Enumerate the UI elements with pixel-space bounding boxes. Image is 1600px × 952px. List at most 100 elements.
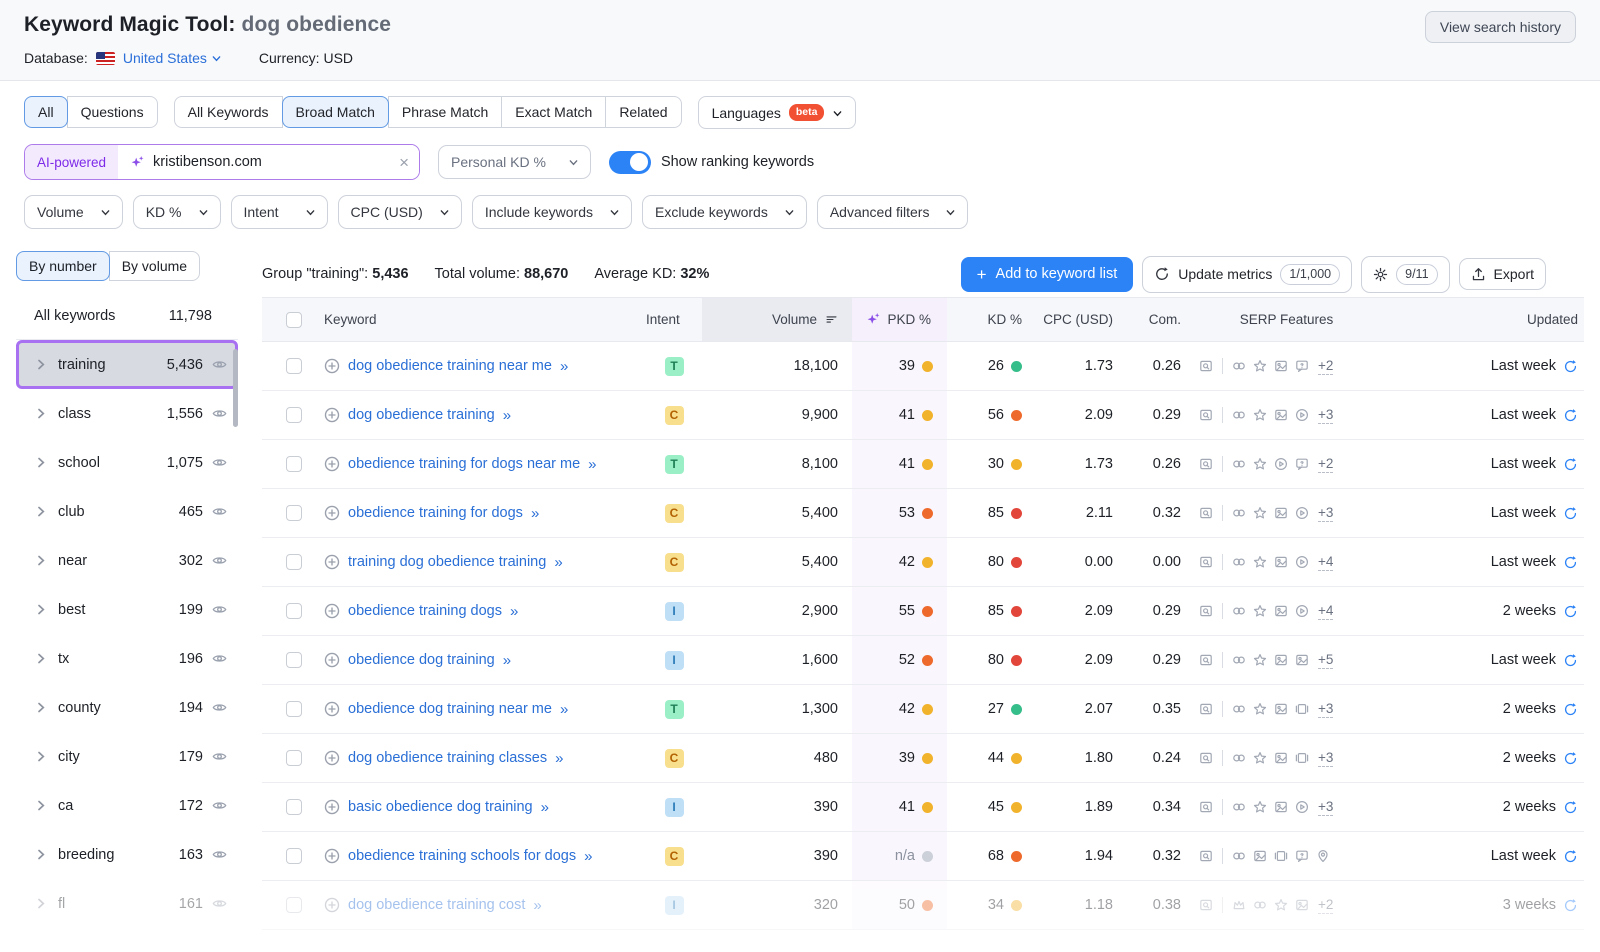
chevron-right-icon[interactable]: [37, 701, 45, 714]
add-keyword-icon[interactable]: [324, 652, 340, 668]
video-serp-icon[interactable]: [1295, 555, 1309, 569]
image-serp-icon[interactable]: [1274, 702, 1288, 716]
link-serp-icon[interactable]: [1232, 702, 1246, 716]
keyword-link[interactable]: dog obedience training near me: [348, 358, 552, 374]
tab-exact-match[interactable]: Exact Match: [501, 96, 606, 128]
sidebar-item-near[interactable]: near 302: [16, 536, 238, 585]
row-checkbox[interactable]: [286, 701, 302, 717]
chevron-right-icon[interactable]: [37, 799, 45, 812]
filter-volume[interactable]: Volume: [24, 195, 123, 229]
languages-dropdown[interactable]: Languages beta: [698, 96, 857, 129]
open-keyword-icon[interactable]: »: [503, 652, 511, 669]
image-serp-icon[interactable]: [1274, 408, 1288, 422]
row-checkbox[interactable]: [286, 799, 302, 815]
filter-cpc-usd[interactable]: CPC (USD): [338, 195, 462, 229]
keyword-link[interactable]: obedience training schools for dogs: [348, 848, 576, 864]
chevron-right-icon[interactable]: [37, 897, 45, 910]
link-serp-icon[interactable]: [1232, 653, 1246, 667]
image-serp-icon[interactable]: [1295, 653, 1309, 667]
add-keyword-icon[interactable]: [324, 554, 340, 570]
chevron-right-icon[interactable]: [37, 407, 45, 420]
eye-icon[interactable]: [212, 602, 227, 617]
eye-icon[interactable]: [212, 896, 227, 911]
row-checkbox[interactable]: [286, 456, 302, 472]
open-keyword-icon[interactable]: »: [560, 358, 568, 375]
row-checkbox[interactable]: [286, 505, 302, 521]
database-select[interactable]: United States: [123, 50, 221, 66]
chat-serp-icon[interactable]: [1295, 457, 1309, 471]
link-serp-icon[interactable]: [1232, 506, 1246, 520]
refresh-icon[interactable]: [1563, 849, 1578, 864]
col-com[interactable]: Com.: [1127, 298, 1189, 341]
add-keyword-icon[interactable]: [324, 848, 340, 864]
image-serp-icon[interactable]: [1295, 898, 1309, 912]
eye-icon[interactable]: [212, 357, 227, 372]
refresh-icon[interactable]: [1563, 457, 1578, 472]
location-serp-icon[interactable]: [1316, 849, 1330, 863]
sidebar-item-breeding[interactable]: breeding 163: [16, 830, 238, 879]
refresh-icon[interactable]: [1563, 506, 1578, 521]
row-checkbox[interactable]: [286, 407, 302, 423]
video-serp-icon[interactable]: [1295, 800, 1309, 814]
refresh-icon[interactable]: [1563, 751, 1578, 766]
tab-all[interactable]: All: [24, 96, 68, 128]
select-all-checkbox[interactable]: [286, 312, 302, 328]
tab-questions[interactable]: Questions: [67, 96, 158, 128]
keyword-link[interactable]: dog obedience training classes: [348, 750, 547, 766]
video-serp-icon[interactable]: [1274, 457, 1288, 471]
image-serp-icon[interactable]: [1274, 359, 1288, 373]
open-keyword-icon[interactable]: »: [560, 701, 568, 718]
chevron-right-icon[interactable]: [37, 505, 45, 518]
col-cpc[interactable]: CPC (USD): [1032, 298, 1127, 341]
serp-more-badge[interactable]: +5: [1318, 652, 1333, 669]
preview-serp-icon[interactable]: [1199, 849, 1213, 863]
link-serp-icon[interactable]: [1232, 555, 1246, 569]
eye-icon[interactable]: [212, 553, 227, 568]
chevron-right-icon[interactable]: [37, 652, 45, 665]
sidebar-scrollbar[interactable]: [233, 349, 238, 427]
col-keyword[interactable]: Keyword: [306, 298, 646, 341]
open-keyword-icon[interactable]: »: [503, 407, 511, 424]
preview-serp-icon[interactable]: [1199, 408, 1213, 422]
add-keyword-icon[interactable]: [324, 456, 340, 472]
carousel-serp-icon[interactable]: [1295, 751, 1309, 765]
clear-input-icon[interactable]: ×: [399, 154, 409, 171]
preview-serp-icon[interactable]: [1199, 506, 1213, 520]
crown-serp-icon[interactable]: [1232, 898, 1246, 912]
tab-broad-match[interactable]: Broad Match: [282, 96, 389, 128]
keyword-link[interactable]: obedience dog training near me: [348, 701, 552, 717]
open-keyword-icon[interactable]: »: [584, 848, 592, 865]
refresh-icon[interactable]: [1563, 604, 1578, 619]
update-metrics-button[interactable]: Update metrics 1/1,000: [1142, 256, 1352, 293]
image-serp-icon[interactable]: [1274, 555, 1288, 569]
refresh-icon[interactable]: [1563, 898, 1578, 913]
image-serp-icon[interactable]: [1274, 653, 1288, 667]
keyword-link[interactable]: dog obedience training cost: [348, 897, 525, 913]
carousel-serp-icon[interactable]: [1295, 702, 1309, 716]
sidebar-item-fl[interactable]: fl 161: [16, 879, 238, 928]
row-checkbox[interactable]: [286, 897, 302, 913]
serp-more-badge[interactable]: +4: [1318, 603, 1333, 620]
tab-all-keywords[interactable]: All Keywords: [174, 96, 283, 128]
preview-serp-icon[interactable]: [1199, 702, 1213, 716]
chevron-right-icon[interactable]: [37, 554, 45, 567]
col-pkd[interactable]: PKD %: [852, 298, 947, 341]
tab-related[interactable]: Related: [605, 96, 681, 128]
video-serp-icon[interactable]: [1295, 604, 1309, 618]
keyword-link[interactable]: obedience training for dogs: [348, 505, 523, 521]
link-serp-icon[interactable]: [1232, 408, 1246, 422]
filter-include-keywords[interactable]: Include keywords: [472, 195, 632, 229]
add-keyword-icon[interactable]: [324, 407, 340, 423]
image-serp-icon[interactable]: [1253, 849, 1267, 863]
sidebar-item-school[interactable]: school 1,075: [16, 438, 238, 487]
keyword-link[interactable]: obedience training for dogs near me: [348, 456, 580, 472]
sidebar-item-class[interactable]: class 1,556: [16, 389, 238, 438]
video-serp-icon[interactable]: [1295, 506, 1309, 520]
view-search-history-button[interactable]: View search history: [1425, 11, 1576, 43]
filter-advanced-filters[interactable]: Advanced filters: [817, 195, 969, 229]
refresh-icon[interactable]: [1563, 800, 1578, 815]
filter-intent[interactable]: Intent: [231, 195, 328, 229]
preview-serp-icon[interactable]: [1199, 800, 1213, 814]
refresh-icon[interactable]: [1563, 702, 1578, 717]
refresh-icon[interactable]: [1563, 555, 1578, 570]
